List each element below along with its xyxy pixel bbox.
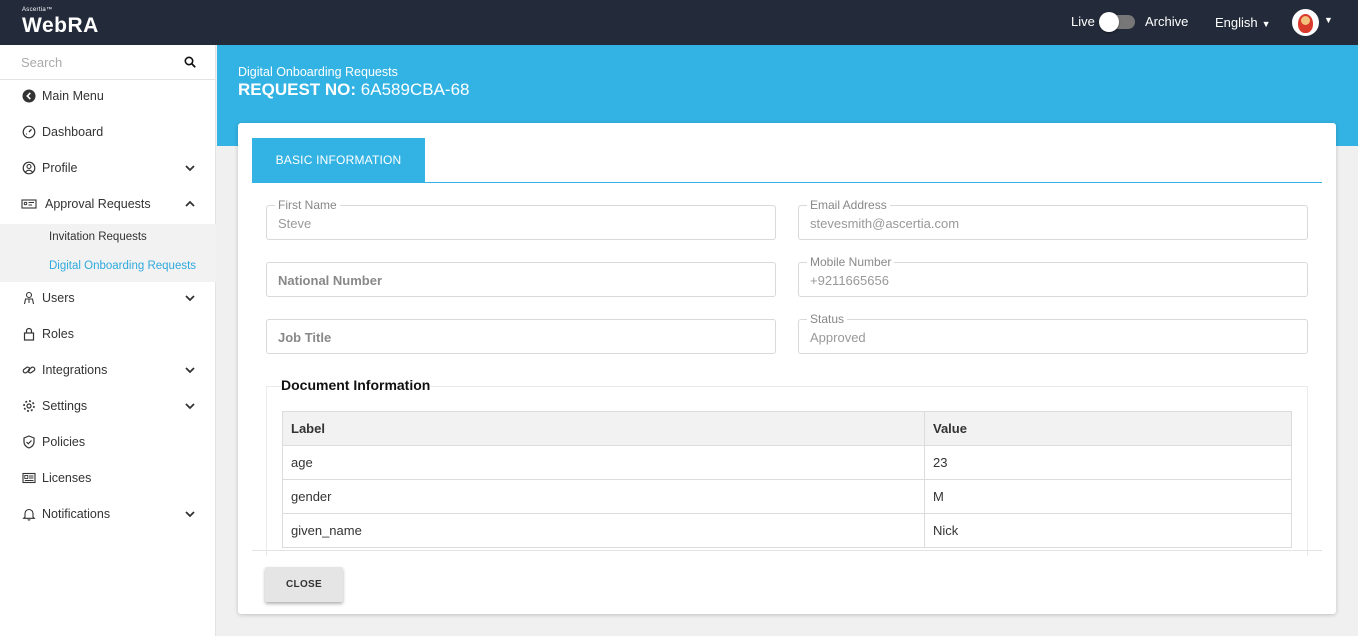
bell-icon — [22, 508, 36, 521]
table-cell-label: given_name — [282, 513, 925, 548]
chevron-down-icon — [185, 511, 195, 518]
avatar-head — [1301, 16, 1310, 25]
sidebar-item-main-menu[interactable]: Main Menu — [0, 79, 216, 115]
sidebar-item-label: Integrations — [42, 363, 108, 377]
gear-icon — [23, 400, 35, 412]
archive-label: Archive — [1145, 14, 1189, 29]
link-icon — [22, 366, 36, 374]
mobile-number-label: Mobile Number — [807, 255, 895, 269]
sidebar-item-policies[interactable]: Policies — [0, 425, 216, 461]
request-detail-card: BASIC INFORMATION First Name Steve Email… — [238, 123, 1336, 614]
sidebar-item-label: Main Menu — [42, 89, 104, 103]
first-name-value: Steve — [278, 216, 312, 231]
dashboard-gauge-icon — [22, 125, 36, 139]
back-arrow-icon — [22, 89, 36, 103]
column-header-label[interactable]: Label — [282, 411, 925, 446]
approval-requests-submenu: Invitation Requests Digital Onboarding R… — [0, 224, 216, 282]
request-no-value: 6A589CBA-68 — [360, 80, 470, 99]
sidebar-item-label: Roles — [42, 327, 74, 341]
breadcrumb: Digital Onboarding Requests — [238, 65, 398, 79]
job-title-label: Job Title — [278, 330, 332, 345]
chevron-down-icon — [185, 403, 195, 410]
brand-logo[interactable]: Ascertia™ WebRA — [22, 7, 99, 38]
status-value: Approved — [810, 330, 866, 345]
sidebar-item-dashboard[interactable]: Dashboard — [0, 115, 216, 151]
brand-name: WebRA — [22, 14, 99, 37]
sidebar-item-label: Policies — [42, 435, 86, 449]
search-input[interactable] — [21, 53, 181, 71]
document-table-scroll[interactable]: Label Value age 23 gender M given_name N… — [252, 383, 1322, 549]
first-name-label: First Name — [275, 198, 340, 212]
footer-divider — [252, 550, 1322, 551]
table-header-row: Label Value — [282, 411, 1292, 446]
job-title-field[interactable]: Job Title — [266, 319, 776, 354]
table-cell-label: gender — [282, 479, 925, 514]
shield-check-icon — [23, 435, 35, 449]
sidebar-search — [0, 45, 216, 80]
sidebar-item-licenses[interactable]: Licenses — [0, 461, 216, 497]
user-circle-icon — [22, 161, 36, 175]
tab-basic-information[interactable]: BASIC INFORMATION — [252, 138, 425, 183]
status-label: Status — [807, 312, 848, 326]
sidebar-item-label: Settings — [42, 399, 88, 413]
sidebar: Main Menu Dashboard Profile Approval Req… — [0, 45, 216, 636]
license-icon — [22, 472, 36, 484]
brand-tagline: Ascertia™ — [22, 7, 53, 13]
user-menu-caret-icon[interactable]: ▼ — [1324, 15, 1333, 25]
email-field[interactable]: Email Address stevesmith@ascertia.com — [798, 198, 1308, 240]
sidebar-item-settings[interactable]: Settings — [0, 389, 216, 425]
sidebar-item-label: Licenses — [42, 471, 92, 485]
request-no-label: REQUEST NO: — [238, 80, 357, 99]
page-title: REQUEST NO: 6A589CBA-68 — [238, 80, 469, 100]
column-header-value[interactable]: Value — [924, 411, 1292, 446]
table-cell-value: 23 — [924, 445, 1292, 480]
mobile-number-value: +9211665656 — [810, 273, 889, 288]
top-bar: Ascertia™ WebRA Live Archive English ▼ ▼ — [0, 0, 1358, 45]
status-field[interactable]: Status Approved — [798, 312, 1308, 354]
sidebar-item-approval-requests[interactable]: Approval Requests — [0, 187, 216, 223]
sidebar-item-label: Notifications — [42, 507, 111, 521]
national-number-field[interactable]: National Number — [266, 262, 776, 297]
table-cell-value: M — [924, 479, 1292, 514]
sidebar-item-notifications[interactable]: Notifications — [0, 497, 216, 533]
chevron-down-icon — [185, 165, 195, 172]
table-row: age 23 — [282, 445, 1292, 480]
mobile-number-field[interactable]: Mobile Number +9211665656 — [798, 255, 1308, 297]
chevron-down-icon — [185, 295, 195, 302]
document-table: Label Value age 23 gender M given_name N… — [282, 411, 1292, 548]
table-cell-label: age — [282, 445, 925, 480]
language-selector[interactable]: English ▼ — [1215, 15, 1271, 30]
caret-down-icon: ▼ — [1261, 19, 1271, 29]
sidebar-item-label: Dashboard — [42, 125, 104, 139]
toggle-knob — [1099, 12, 1119, 32]
table-row: given_name Nick — [282, 513, 1292, 548]
chevron-down-icon — [185, 367, 195, 374]
live-archive-toggle[interactable] — [1099, 12, 1135, 32]
sidebar-item-label: Users — [42, 291, 75, 305]
chevron-up-icon — [185, 200, 195, 207]
table-row: gender M — [282, 479, 1292, 514]
users-icon — [23, 291, 35, 305]
sidebar-item-label: Approval Requests — [45, 197, 151, 211]
sidebar-item-profile[interactable]: Profile — [0, 151, 216, 187]
close-button[interactable]: CLOSE — [265, 567, 343, 602]
live-label: Live — [1071, 14, 1095, 29]
tab-underline — [252, 182, 1322, 183]
sidebar-item-integrations[interactable]: Integrations — [0, 353, 216, 389]
sidebar-subitem-digital-onboarding-requests[interactable]: Digital Onboarding Requests — [49, 260, 196, 272]
lock-icon — [23, 327, 35, 341]
email-label: Email Address — [807, 198, 890, 212]
language-label: English — [1215, 15, 1258, 30]
sidebar-item-users[interactable]: Users — [0, 281, 216, 317]
national-number-label: National Number — [278, 273, 383, 288]
sidebar-item-label: Profile — [42, 161, 78, 175]
search-icon[interactable] — [184, 56, 196, 68]
first-name-field[interactable]: First Name Steve — [266, 198, 776, 240]
sidebar-item-roles[interactable]: Roles — [0, 317, 216, 353]
sidebar-subitem-invitation-requests[interactable]: Invitation Requests — [49, 231, 147, 243]
id-card-icon — [21, 199, 37, 209]
table-cell-value: Nick — [924, 513, 1292, 548]
email-value: stevesmith@ascertia.com — [810, 216, 960, 231]
avatar[interactable] — [1292, 9, 1319, 36]
